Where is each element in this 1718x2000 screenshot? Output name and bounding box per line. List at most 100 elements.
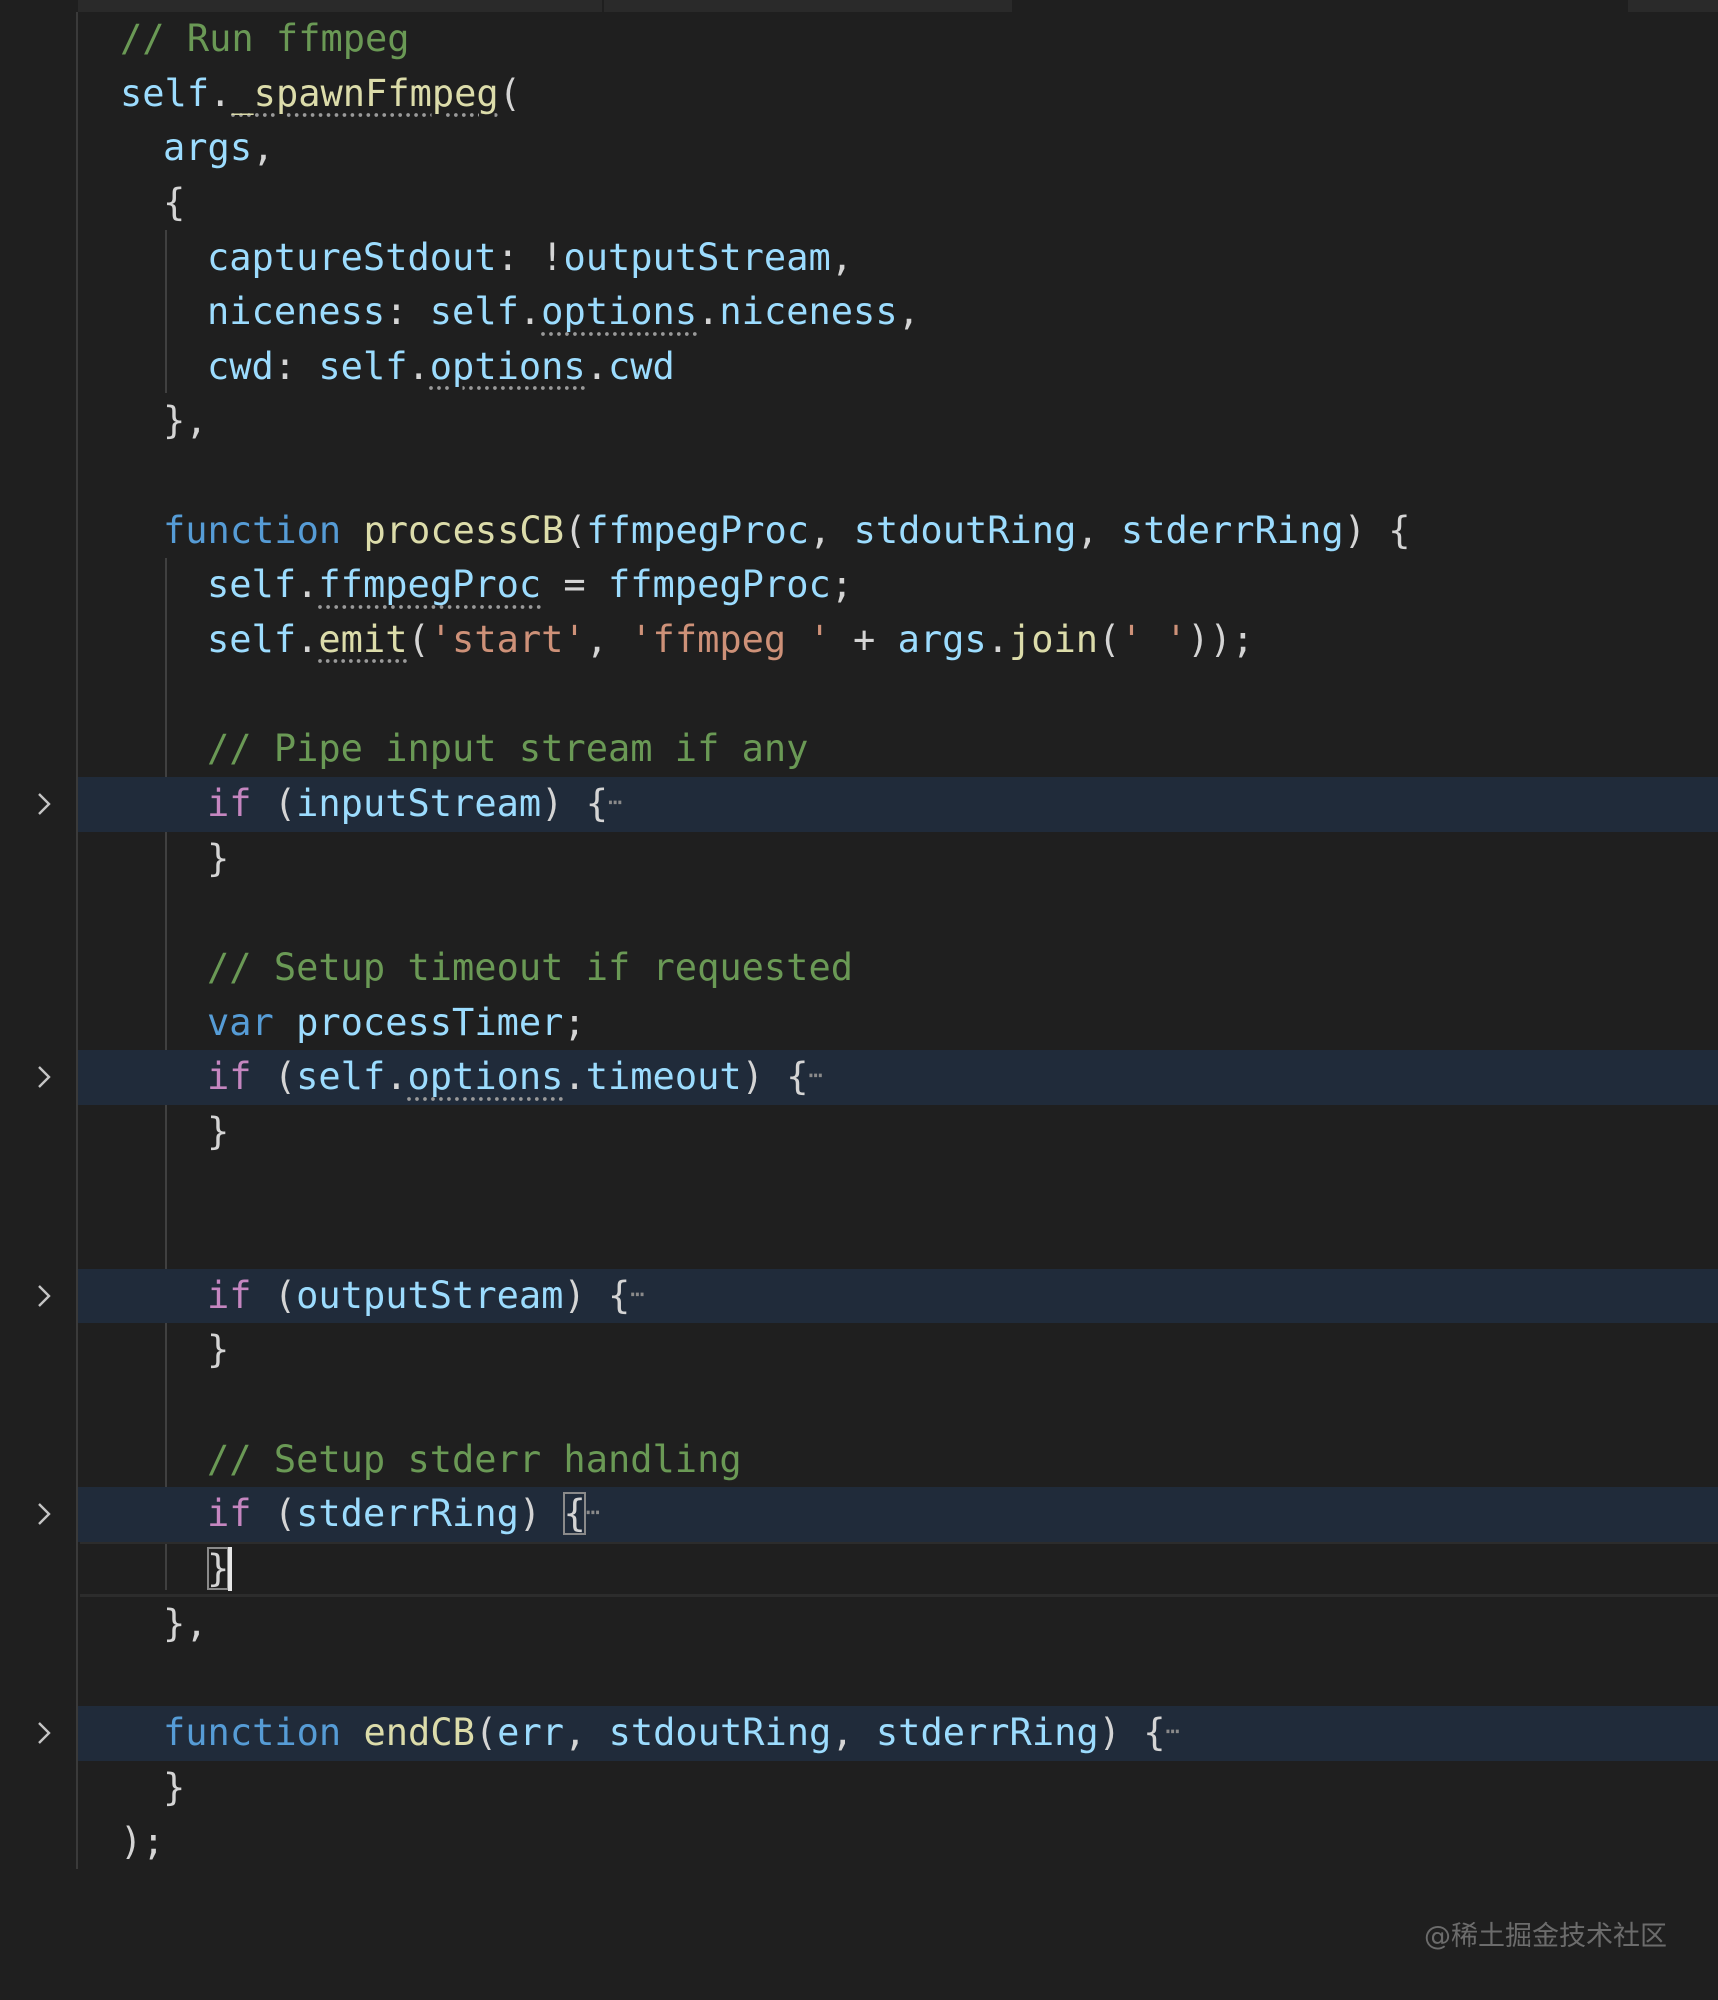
identifier: outputStream xyxy=(563,235,831,279)
code-line-folded[interactable]: if (inputStream) {⋯ xyxy=(0,776,1718,832)
chevron-right-icon[interactable] xyxy=(30,1282,58,1310)
chevron-right-icon[interactable] xyxy=(30,1063,58,1091)
code-line[interactable]: cwd: self.options.cwd xyxy=(0,340,1718,395)
method-name: join xyxy=(1008,618,1099,662)
punctuation: ( xyxy=(251,1492,297,1536)
folded-ellipsis[interactable]: ⋯ xyxy=(608,788,622,816)
code-line-folded[interactable]: function endCB(err, stdoutRing, stderrRi… xyxy=(0,1705,1718,1761)
identifier: args xyxy=(897,618,987,662)
folded-ellipsis[interactable]: ⋯ xyxy=(630,1280,644,1308)
tab-fragment[interactable] xyxy=(78,0,602,12)
parameter: ffmpegProc xyxy=(586,508,810,552)
code-line[interactable]: self.ffmpegProc = ffmpegProc; xyxy=(0,558,1718,613)
punctuation: . xyxy=(385,1055,408,1099)
code-line[interactable]: } xyxy=(0,832,1718,887)
chevron-right-icon[interactable] xyxy=(30,1500,58,1528)
code-line[interactable]: function processCB(ffmpegProc, stdoutRin… xyxy=(0,504,1718,559)
property[interactable]: ffmpegProc xyxy=(318,563,541,606)
code-line[interactable]: ); xyxy=(0,1815,1718,1870)
identifier: self xyxy=(296,1055,386,1099)
comment: // Run ffmpeg xyxy=(120,17,410,60)
code-line[interactable]: { xyxy=(0,176,1718,231)
code-line[interactable]: } xyxy=(0,1761,1718,1816)
punctuation: ) { xyxy=(563,1273,631,1317)
code-line[interactable]: self._spawnFfmpeg( xyxy=(0,67,1718,122)
keyword: function xyxy=(163,1710,342,1754)
code-line-empty[interactable] xyxy=(0,1214,1718,1269)
brace: { xyxy=(163,180,186,224)
tab-fragment[interactable] xyxy=(604,0,1012,12)
punctuation: )); xyxy=(1187,618,1255,662)
identifier: self xyxy=(207,618,297,662)
property-key: niceness xyxy=(207,290,386,334)
keyword-control: if xyxy=(207,1055,252,1099)
chevron-right-icon[interactable] xyxy=(30,790,58,818)
property[interactable]: options xyxy=(430,345,586,388)
code-line-folded[interactable]: if (outputStream) {⋯ xyxy=(0,1268,1718,1324)
keyword: var xyxy=(207,1000,274,1044)
keyword-control: if xyxy=(207,1492,252,1536)
matched-bracket: { xyxy=(563,1492,586,1536)
code-line[interactable]: args, xyxy=(0,121,1718,176)
code-line-empty[interactable] xyxy=(0,1378,1718,1433)
code-line-folded[interactable]: if (stderrRing) {⋯ xyxy=(0,1487,1718,1542)
keyword: function xyxy=(163,508,342,552)
code-line[interactable]: // Setup stderr handling xyxy=(0,1433,1718,1488)
property-key: cwd xyxy=(207,344,274,388)
punctuation: ) { xyxy=(1098,1710,1166,1754)
code-line-empty[interactable] xyxy=(0,1159,1718,1214)
punctuation: , xyxy=(830,235,854,279)
code-line[interactable]: // Run ffmpeg xyxy=(0,12,1718,67)
punctuation: ( xyxy=(474,1710,498,1754)
property: niceness xyxy=(719,290,898,334)
folded-ellipsis[interactable]: ⋯ xyxy=(586,1498,600,1526)
code-line-folded[interactable]: if (self.options.timeout) {⋯ xyxy=(0,1050,1718,1105)
method-name[interactable]: emit xyxy=(318,618,407,661)
punctuation: : xyxy=(496,235,542,279)
brace: }, xyxy=(163,399,208,443)
code-line[interactable]: // Pipe input stream if any xyxy=(0,722,1718,777)
code-line[interactable]: }, xyxy=(0,1597,1718,1652)
method-name[interactable]: _spawnFfmpeg xyxy=(231,72,498,115)
tab-fragment[interactable] xyxy=(1628,0,1718,12)
code-editor[interactable]: // Run ffmpeg self._spawnFfmpeg( args, {… xyxy=(0,0,1718,2000)
punctuation: . xyxy=(585,344,608,388)
folded-ellipsis[interactable]: ⋯ xyxy=(1165,1717,1179,1745)
brace: } xyxy=(207,1328,230,1372)
punctuation: , xyxy=(585,618,631,662)
parameter: stderrRing xyxy=(1120,508,1344,552)
punctuation: , xyxy=(252,126,275,170)
property[interactable]: options xyxy=(408,1055,564,1098)
code-line[interactable]: self.emit('start', 'ffmpeg ' + args.join… xyxy=(0,613,1718,668)
tab-strip xyxy=(0,0,1718,12)
folded-ellipsis[interactable]: ⋯ xyxy=(809,1061,823,1089)
code-lines: // Run ffmpeg self._spawnFfmpeg( args, {… xyxy=(0,12,1718,1870)
keyword-control: if xyxy=(207,1273,252,1317)
code-line-current[interactable]: } xyxy=(0,1541,1718,1597)
comment: // Pipe input stream if any xyxy=(207,727,809,771)
identifier: self xyxy=(318,344,408,388)
code-line[interactable]: } xyxy=(0,1323,1718,1378)
code-line[interactable]: captureStdout: !outputStream, xyxy=(0,231,1718,286)
chevron-right-icon[interactable] xyxy=(30,1719,58,1747)
punctuation: , xyxy=(1076,508,1121,552)
punctuation: , xyxy=(564,1710,609,1754)
code-line[interactable]: niceness: self.options.niceness, xyxy=(0,285,1718,340)
punctuation: . xyxy=(563,1055,586,1099)
punctuation: ) xyxy=(518,1492,564,1536)
punctuation: ( xyxy=(563,508,587,552)
property[interactable]: options xyxy=(541,290,697,333)
code-line[interactable]: } xyxy=(0,1105,1718,1160)
code-line-empty[interactable] xyxy=(0,886,1718,941)
code-line[interactable]: }, xyxy=(0,394,1718,449)
code-line-empty[interactable] xyxy=(0,1651,1718,1706)
code-line-empty[interactable] xyxy=(0,449,1718,504)
parameter: stdoutRing xyxy=(853,508,1077,552)
punctuation: ( xyxy=(407,618,430,662)
code-line[interactable]: var processTimer; xyxy=(0,996,1718,1051)
code-line-empty[interactable] xyxy=(0,668,1718,723)
punctuation: ) { xyxy=(541,781,608,825)
code-line[interactable]: // Setup timeout if requested xyxy=(0,941,1718,996)
keyword-control: if xyxy=(207,781,252,825)
identifier: processTimer xyxy=(296,1000,564,1044)
